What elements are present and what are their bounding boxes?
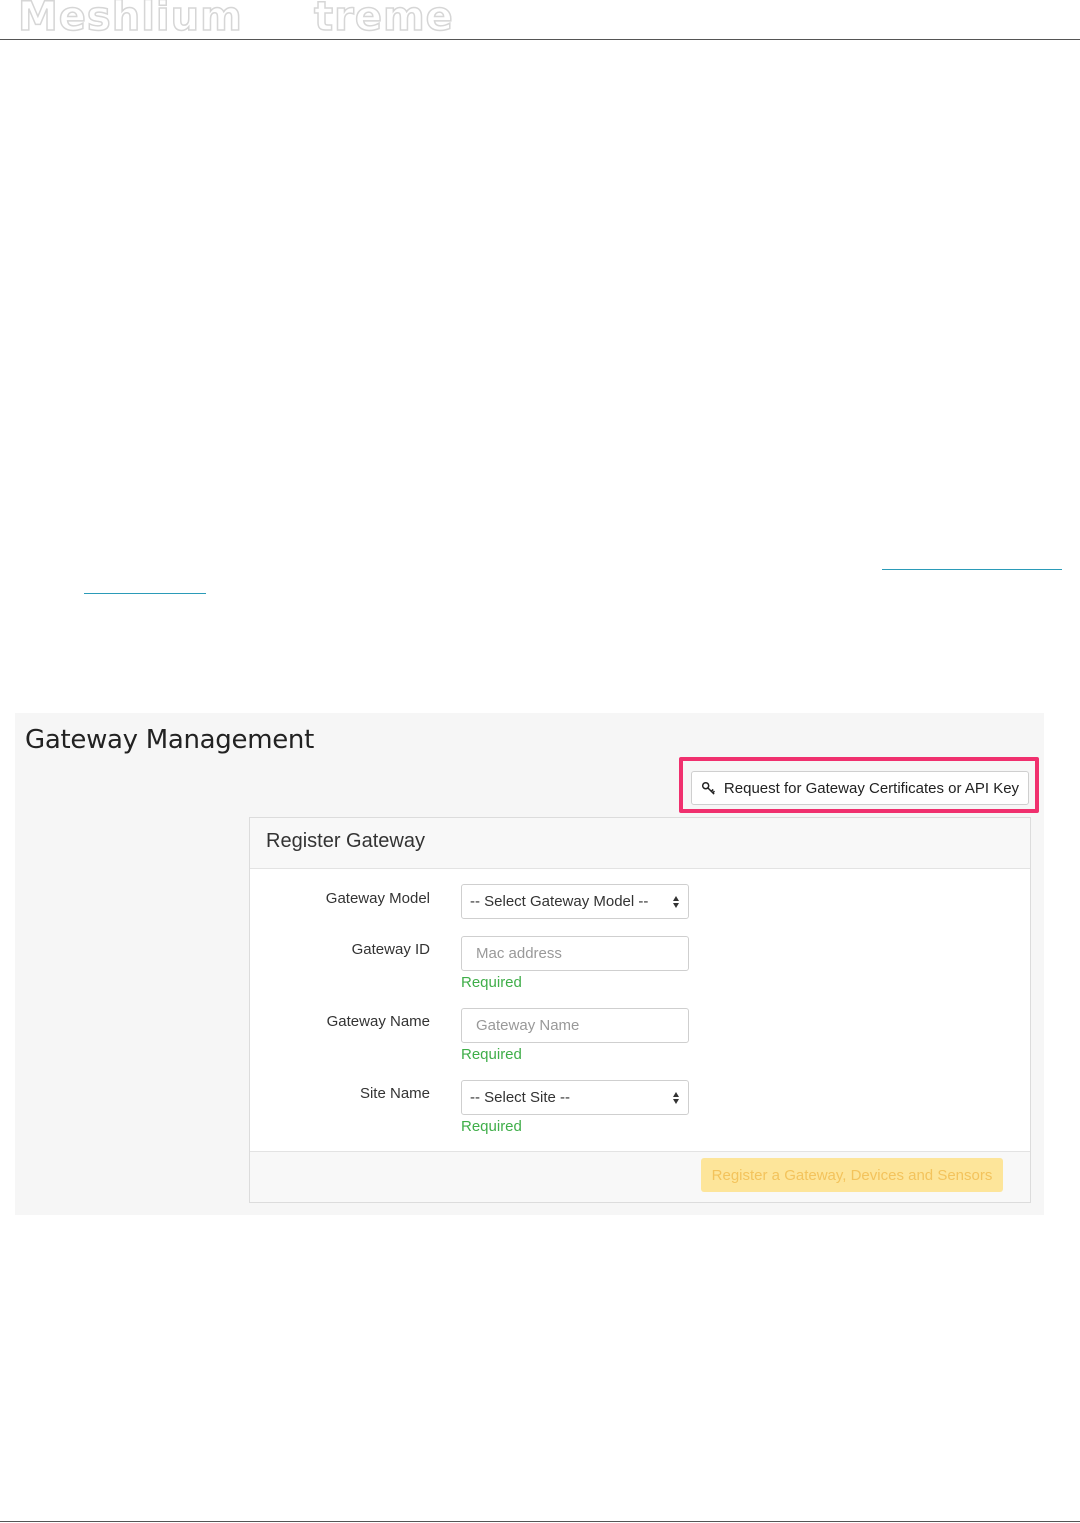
gateway-model-label: Gateway Model [325, 890, 430, 907]
header-divider [0, 39, 1080, 40]
panel-heading: Register Gateway [250, 818, 1030, 869]
select-arrows-icon [673, 896, 679, 908]
select-arrows-icon [673, 1092, 679, 1104]
site-name-select[interactable]: -- Select Site -- [461, 1080, 689, 1115]
gateway-name-input[interactable] [474, 1016, 678, 1035]
gateway-model-select[interactable]: -- Select Gateway Model -- [461, 884, 689, 919]
gateway-id-label: Gateway ID [351, 941, 430, 958]
logo-word-meshlium: Meshlium [17, 0, 243, 41]
page-title: Gateway Management [25, 725, 314, 755]
gateway-management-screenshot: Gateway Management Request for Gateway C… [15, 713, 1044, 1215]
site-name-label: Site Name [359, 1085, 430, 1102]
request-button-label: Request for Gateway Certificates or API … [723, 779, 1020, 797]
register-gateway-button[interactable]: Register a Gateway, Devices and Sensors [701, 1158, 1003, 1192]
gateway-name-required: Required [461, 1046, 522, 1063]
request-certificates-button[interactable]: Request for Gateway Certificates or API … [691, 771, 1029, 805]
panel-title: Register Gateway [266, 830, 425, 852]
gateway-id-field[interactable] [461, 936, 689, 971]
register-gateway-panel: Register Gateway Gateway Model -- Select… [249, 817, 1031, 1203]
gateway-name-label: Gateway Name [326, 1013, 430, 1030]
hyperlink-underline-continued[interactable] [84, 593, 206, 594]
footer-divider [0, 1521, 1080, 1522]
gateway-id-input[interactable] [474, 944, 678, 963]
gateway-id-required: Required [461, 974, 522, 991]
hyperlink-underline[interactable] [882, 569, 1062, 570]
panel-footer: Register a Gateway, Devices and Sensors [250, 1151, 1030, 1202]
logo-word-xtreme: treme [313, 0, 454, 41]
gateway-name-field[interactable] [461, 1008, 689, 1043]
key-icon [701, 781, 715, 795]
site-name-required: Required [461, 1118, 522, 1135]
site-name-selected: -- Select Site -- [470, 1089, 571, 1106]
gateway-model-selected: -- Select Gateway Model -- [470, 893, 649, 910]
